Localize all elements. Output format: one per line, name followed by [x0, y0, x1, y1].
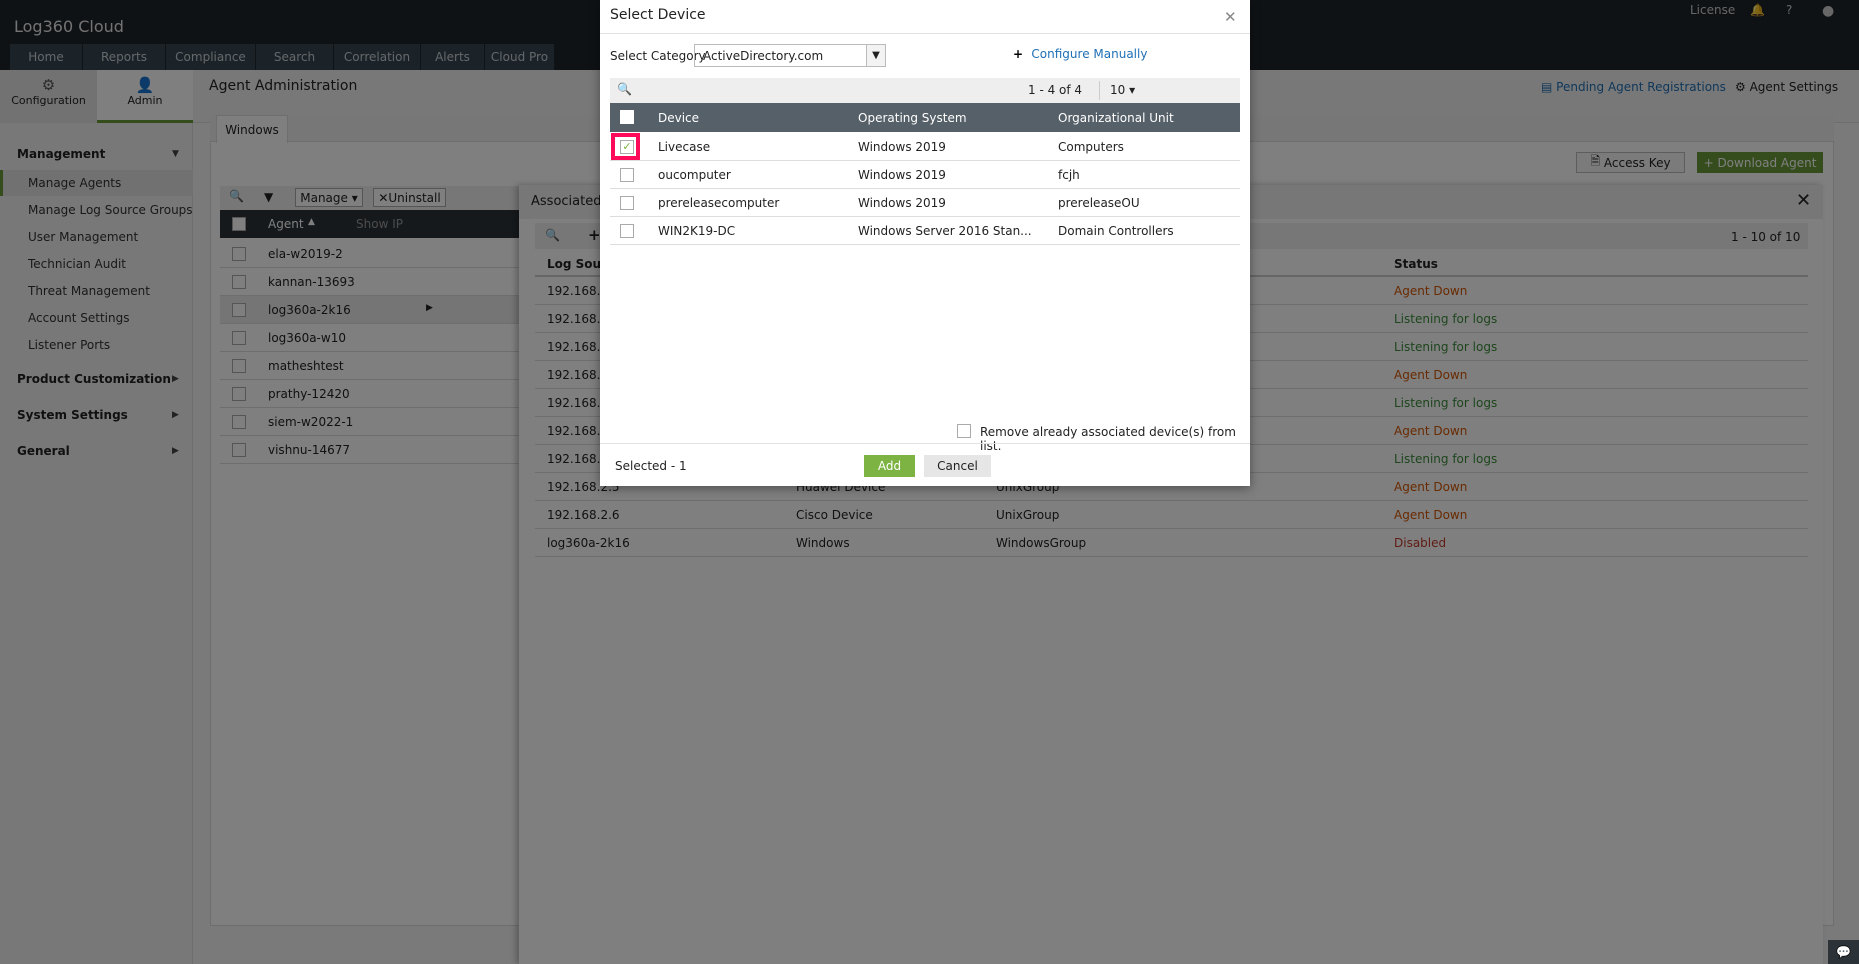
divider	[1099, 81, 1100, 100]
add-button[interactable]: Add	[864, 455, 915, 477]
row-checkbox[interactable]: ✓	[620, 140, 634, 154]
category-select[interactable]: ActiveDirectory.com ▼	[694, 44, 886, 67]
modal-toolbar: 🔍 1 - 4 of 4 10 ▾	[610, 78, 1240, 103]
divider	[600, 443, 1250, 444]
row-checkbox[interactable]	[620, 196, 634, 210]
device-row[interactable]: oucomputer Windows 2019 fcjh	[610, 161, 1240, 189]
col-os[interactable]: Operating System	[858, 111, 967, 125]
cancel-button[interactable]: Cancel	[924, 455, 991, 477]
divider	[600, 33, 1250, 34]
modal-title: Select Device	[610, 7, 706, 23]
search-icon[interactable]: 🔍	[617, 82, 632, 96]
device-row[interactable]: prereleasecomputer Windows 2019 prerelease…	[610, 189, 1240, 217]
remove-associated-checkbox[interactable]	[957, 424, 971, 438]
close-icon[interactable]: ✕	[1224, 8, 1237, 26]
page-size-select[interactable]: 10 ▾	[1110, 83, 1135, 97]
selected-count: Selected - 1	[615, 459, 687, 473]
modal-table-header: Device Operating System Organizational U…	[610, 103, 1240, 132]
configure-manually-link[interactable]: + Configure Manually	[1013, 47, 1147, 61]
chat-icon[interactable]: 💬	[1828, 940, 1859, 964]
select-device-modal: Select Device ✕ Select Category ActiveDi…	[600, 0, 1250, 486]
plus-icon: +	[1013, 47, 1032, 61]
select-all-checkbox[interactable]	[620, 110, 634, 124]
chevron-down-icon[interactable]: ▼	[866, 45, 885, 66]
category-label: Select Category	[610, 49, 706, 63]
row-checkbox[interactable]	[620, 224, 634, 238]
row-checkbox[interactable]	[620, 168, 634, 182]
remove-associated-label: Remove already associated device(s) from…	[980, 425, 1236, 453]
col-ou[interactable]: Organizational Unit	[1058, 111, 1174, 125]
modal-pagination: 1 - 4 of 4	[1028, 83, 1083, 97]
col-device[interactable]: Device	[658, 111, 699, 125]
device-row[interactable]: ✓ Livecase Windows 2019 Computers	[610, 133, 1240, 161]
device-row[interactable]: WIN2K19-DC Windows Server 2016 Stan... Dom…	[610, 217, 1240, 245]
